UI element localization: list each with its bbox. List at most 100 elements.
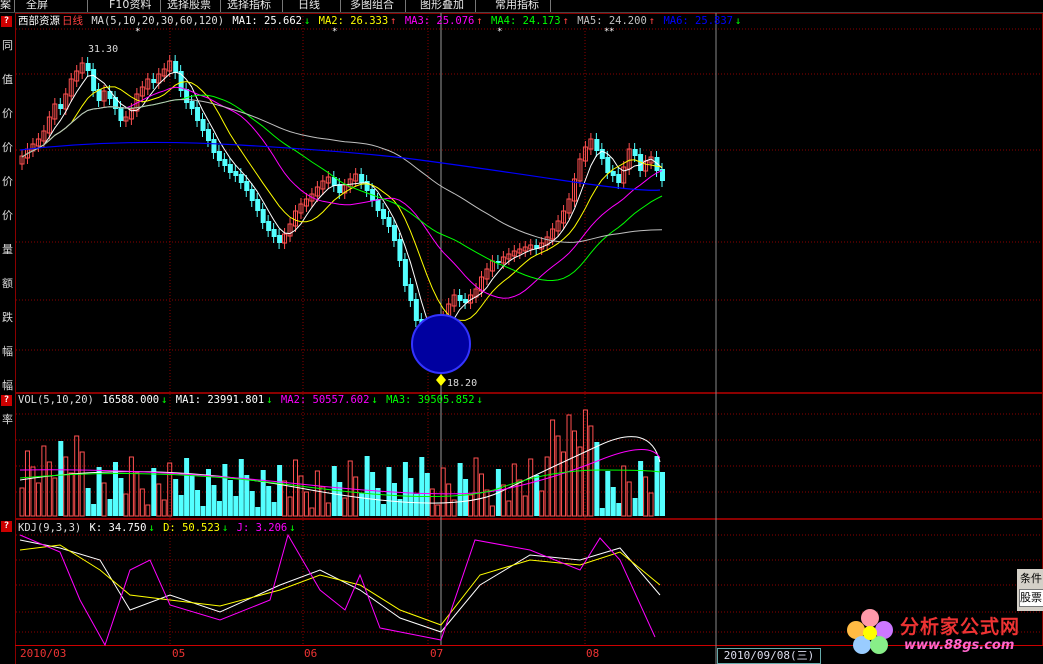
volume-bar (506, 500, 512, 517)
volume-bar (599, 508, 605, 516)
volume-bar (571, 430, 577, 517)
high-price-label: 31.30 (88, 44, 118, 55)
candle-body (359, 174, 365, 183)
volume-bar (654, 456, 660, 516)
volume-bar (74, 435, 80, 517)
volume-bar (211, 485, 217, 516)
volume-bar (222, 464, 228, 516)
candle-body (375, 199, 381, 211)
volume-bar (189, 474, 195, 516)
volume-bar (238, 459, 244, 516)
volume-bar (424, 473, 430, 516)
volume-bar (331, 466, 337, 516)
candle-body (184, 89, 190, 103)
stock-name[interactable]: 西部资源 (18, 15, 60, 27)
volume-bar (660, 472, 665, 516)
candle-body (173, 61, 179, 73)
volume-bar (227, 480, 233, 516)
volume-bar (511, 463, 517, 517)
volume-bar (161, 499, 167, 517)
volume-bar (489, 505, 495, 517)
candle-body (605, 157, 611, 173)
volume-bar (566, 414, 572, 517)
candle-body (107, 91, 113, 99)
cursor-date-box: 2010/09/08(三) (717, 648, 821, 664)
volume-bar (173, 479, 179, 516)
candle-body (91, 69, 97, 91)
volume-bar (112, 462, 118, 516)
candle-body (408, 284, 414, 301)
candle-body (216, 151, 222, 161)
volume-bar (233, 496, 239, 516)
ma-value: MA3: 25.076 (404, 15, 475, 27)
volume-bar (260, 470, 266, 516)
price-panel-header: 西部资源 日线 MA(5,10,20,30,60,120) MA1: 25.662… (18, 15, 745, 27)
volume-bar (440, 467, 446, 517)
volume-bar (478, 473, 484, 517)
volume-bar (145, 504, 151, 517)
candle-body (594, 139, 600, 151)
kdj-panel-header: KDJ(9,3,3) K: 34.750 ↓ D: 50.523 ↓ J: 3.20… (18, 522, 296, 534)
kdj-j: J: 3.206 (236, 522, 288, 534)
volume-bar (266, 486, 272, 516)
candle-body (118, 107, 124, 121)
volume-bar (96, 467, 102, 516)
volume-bar (621, 465, 627, 517)
volume-bar (79, 451, 85, 517)
volume-bar (244, 475, 250, 516)
stock-chart[interactable]: 31.3018.20* * * * * (0, 0, 1043, 664)
event-star-icon: * (609, 27, 614, 37)
ma-arrow: ↑ (390, 15, 403, 27)
candle-body (632, 149, 638, 156)
volume-bar (282, 480, 288, 517)
candle-body (255, 199, 261, 211)
volume-bar (35, 482, 41, 517)
volume-bar (314, 470, 320, 517)
volume-bar (277, 465, 283, 516)
volume-bar (408, 478, 414, 516)
volume-bar (468, 494, 474, 517)
event-star-icon: * (332, 27, 337, 37)
x-label-08: 08 (586, 647, 600, 660)
ma-arrow: ↓ (303, 15, 317, 27)
volume-bar (216, 501, 222, 516)
candle-body (85, 63, 91, 71)
volume-bar (123, 493, 129, 517)
ma-line (21, 81, 663, 321)
event-star-icon: * (497, 27, 502, 37)
candle-body (233, 171, 239, 176)
x-label-2010-03: 2010/03 (20, 647, 67, 660)
volume-bar (484, 489, 490, 517)
volume-bar (293, 459, 299, 517)
volume-bar (151, 468, 157, 516)
ma-value: MA1: 25.662 (232, 15, 302, 27)
volume-bar (52, 477, 58, 517)
volume-bar (337, 482, 343, 516)
volume-bar (539, 490, 545, 517)
volume-bar (648, 492, 654, 517)
volume-bar (24, 450, 30, 517)
vol-indicator: VOL(5,10,20) (18, 394, 94, 406)
ma-arrow: ↓ (266, 394, 279, 406)
kdj-k-line (19, 539, 661, 633)
volume-bar (463, 479, 469, 516)
candle-body (260, 209, 266, 223)
watermark: 分析家公式网 www.88gs.com (842, 604, 1042, 664)
candle-body (58, 104, 64, 109)
ma-value: MA5: 24.200 (577, 15, 647, 27)
ma-arrow: ↑ (562, 15, 576, 27)
volume-bar (255, 507, 261, 516)
x-label-06: 06 (304, 647, 318, 660)
candle-body (391, 225, 397, 241)
volume-bar (271, 502, 277, 516)
flower-logo-icon (847, 609, 893, 654)
x-label-05: 05 (172, 647, 186, 660)
volume-bar (402, 462, 408, 516)
volume-bar (200, 506, 206, 516)
volume-bar (473, 457, 479, 517)
candle-body (271, 229, 277, 237)
volume-bar (457, 463, 463, 516)
condition-title: 条件 (1020, 572, 1042, 585)
candle-body (211, 139, 217, 153)
period-label[interactable]: 日线 (62, 15, 83, 27)
